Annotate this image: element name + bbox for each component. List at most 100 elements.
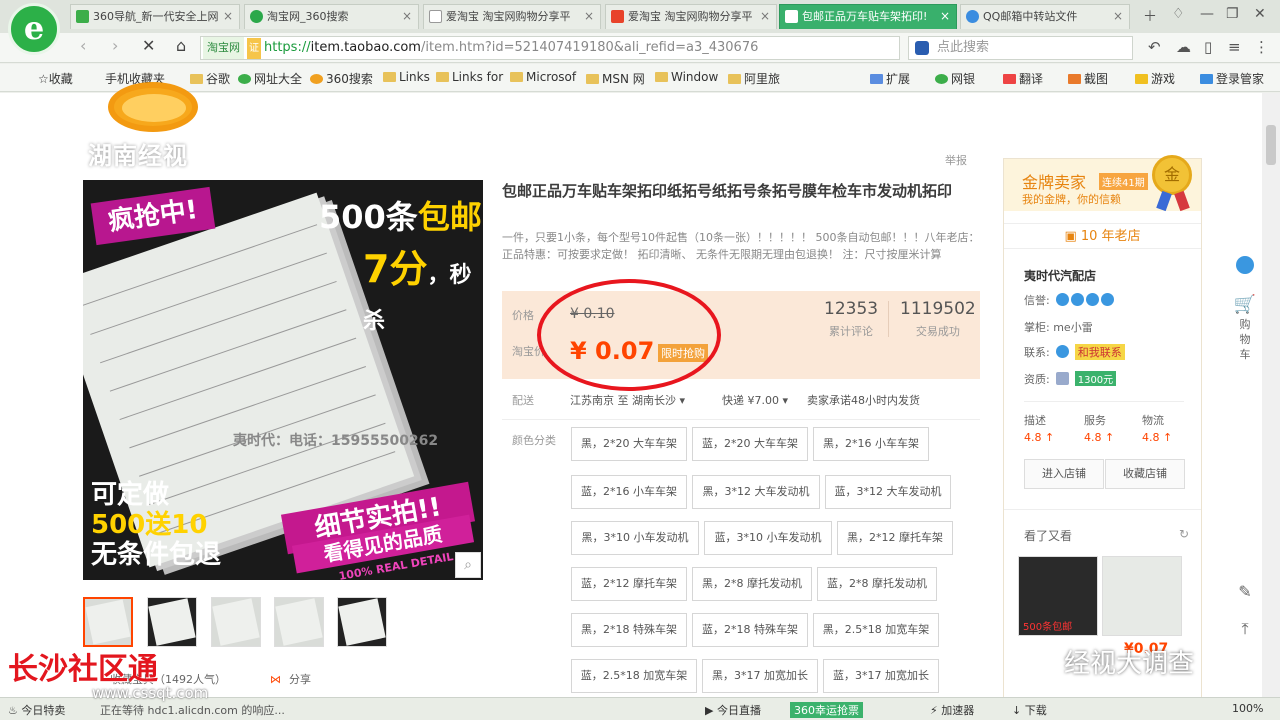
close-icon[interactable]: × xyxy=(760,5,770,28)
tab-taobao-search[interactable]: 淘宝网_360搜索 × xyxy=(244,4,419,29)
tab-360-nav[interactable]: 360导航_新一代安全上网 × xyxy=(70,4,240,29)
bookmark-favorites[interactable]: ☆收藏 xyxy=(38,70,73,87)
enter-shop-button[interactable]: 进入店铺 xyxy=(1024,459,1104,489)
shop-name[interactable]: 夷时代汽配店 xyxy=(1024,267,1096,284)
bookmark-folder[interactable]: Links for xyxy=(436,70,503,84)
window-close-icon[interactable]: ✕ xyxy=(1254,6,1266,22)
product-main-image[interactable]: 疯抢中! 500条包邮 7分，秒杀 夷时代：电话：15955500262 可定做… xyxy=(83,180,483,580)
thumbnail[interactable] xyxy=(83,597,133,647)
close-icon[interactable]: × xyxy=(402,5,412,28)
sku-option[interactable]: 黑，3*12 大车发动机 xyxy=(692,475,820,509)
verify-badge[interactable]: 证 xyxy=(247,38,261,59)
bookmark-folder[interactable]: 阿里旅 xyxy=(728,70,780,87)
tab-qq-mail[interactable]: QQ邮箱中转站文件 × xyxy=(960,4,1130,29)
zoom-icon[interactable]: ⌕ xyxy=(455,552,481,578)
bookmark-extensions[interactable]: 扩展 xyxy=(870,70,910,87)
browser-logo[interactable]: e xyxy=(8,3,60,55)
sku-option[interactable]: 黑，2.5*18 加宽车架 xyxy=(813,613,939,647)
reader-icon[interactable]: ▯ xyxy=(1204,38,1212,56)
bookmark-translate[interactable]: 翻译 xyxy=(1003,70,1043,87)
report-link[interactable]: 举报 xyxy=(945,152,967,168)
recommend-image[interactable] xyxy=(1102,556,1182,636)
back-to-top-icon[interactable]: ⤒ xyxy=(1228,619,1262,639)
tab-product-active[interactable]: 包邮正品万车贴车架拓印! × xyxy=(779,4,957,29)
sku-option[interactable]: 蓝，3*12 大车发动机 xyxy=(825,475,951,509)
cart-icon[interactable]: 🛒 xyxy=(1228,294,1262,315)
sku-option[interactable]: 黑，2*20 大车车架 xyxy=(571,427,687,461)
bookmark-games[interactable]: 游戏 xyxy=(1135,70,1175,87)
sku-option[interactable]: 黑，2*18 特殊车架 xyxy=(571,613,687,647)
download-button[interactable]: ↓ 下载 xyxy=(1012,702,1047,718)
bookmark-folder[interactable]: MSN 网 xyxy=(586,70,645,87)
search-input[interactable]: 点此搜索 xyxy=(908,36,1133,60)
refresh-icon[interactable]: ↻ xyxy=(1179,527,1189,541)
close-icon[interactable]: × xyxy=(223,5,233,28)
sku-option[interactable]: 蓝，2*8 摩托发动机 xyxy=(817,567,937,601)
bookmark-360search[interactable]: 360搜索 xyxy=(310,70,373,87)
new-tab-icon[interactable]: ＋ xyxy=(1143,6,1157,26)
sku-option[interactable]: 蓝，3*17 加宽加长 xyxy=(823,659,939,693)
accelerator-button[interactable]: ⚡ 加速器 xyxy=(930,702,974,718)
sku-option[interactable]: 蓝，2*20 大车车架 xyxy=(692,427,808,461)
sku-option[interactable]: 蓝，2*18 特殊车架 xyxy=(692,613,808,647)
thumbnail[interactable] xyxy=(337,597,387,647)
bookmark-folder[interactable]: Links xyxy=(383,70,430,84)
keeper-name[interactable]: me小雷 xyxy=(1053,321,1092,334)
thumbnail[interactable] xyxy=(211,597,261,647)
thumbnail[interactable] xyxy=(147,597,197,647)
recommend-image[interactable]: 500条包邮 xyxy=(1018,556,1098,636)
home-icon[interactable]: ⌂ xyxy=(176,36,186,55)
more-icon[interactable]: ⋮ xyxy=(1254,38,1269,56)
minimize-icon[interactable]: — xyxy=(1200,6,1214,22)
ticket-button[interactable]: 360幸运抢票 xyxy=(790,702,863,718)
vertical-scrollbar[interactable] xyxy=(1262,93,1280,697)
shirt-icon[interactable]: ♢ xyxy=(1172,6,1185,22)
forward-icon[interactable]: › xyxy=(112,36,118,55)
sku-option[interactable]: 黑，2*16 小车车架 xyxy=(813,427,929,461)
sku-option[interactable]: 黑，2*8 摩托发动机 xyxy=(692,567,812,601)
sku-option[interactable]: 黑，3*17 加宽加长 xyxy=(702,659,818,693)
bookmark-sites[interactable]: 网址大全 xyxy=(238,70,302,87)
sku-option[interactable]: 黑，2*12 摩托车架 xyxy=(837,521,953,555)
favorite-shop-button[interactable]: 收藏店铺 xyxy=(1105,459,1185,489)
bookmark-login[interactable]: 登录管家 xyxy=(1200,70,1264,87)
close-icon[interactable]: × xyxy=(940,5,950,28)
bookmark-screenshot[interactable]: 截图 xyxy=(1068,70,1108,87)
thumbnail[interactable] xyxy=(274,597,324,647)
live-button[interactable]: ▶ 今日直播 xyxy=(705,702,761,718)
scrollbar-thumb[interactable] xyxy=(1266,125,1276,165)
bookmark-folder[interactable]: Microsof xyxy=(510,70,576,84)
sku-option[interactable]: 黑，3*10 小车发动机 xyxy=(571,521,699,555)
search-engine-icon[interactable] xyxy=(915,41,929,55)
restore-icon[interactable]: ❐ xyxy=(1226,6,1239,22)
contact-button[interactable]: 和我联系 xyxy=(1074,344,1125,360)
credit-diamonds-icon[interactable] xyxy=(1055,293,1116,307)
ship-route[interactable]: 江苏南京 至 湖南长沙 ▾ xyxy=(570,392,685,408)
message-icon[interactable] xyxy=(1236,256,1254,274)
cloud-icon[interactable]: ☁ xyxy=(1176,38,1191,56)
edit-icon[interactable]: ✎ xyxy=(1228,582,1262,601)
close-icon[interactable]: × xyxy=(1113,5,1123,28)
sku-option[interactable]: 蓝，2.5*18 加宽车架 xyxy=(571,659,697,693)
today-sale[interactable]: ♨ 今日特卖 xyxy=(8,702,65,718)
undo-icon[interactable]: ↶ xyxy=(1148,38,1161,56)
bookmark-folder[interactable]: Window xyxy=(655,70,718,84)
cart-label[interactable]: 购物车 xyxy=(1239,317,1251,362)
stat-number[interactable]: 12353 xyxy=(824,299,878,319)
menu-icon[interactable]: ≡ xyxy=(1228,38,1241,56)
sku-option[interactable]: 蓝，2*16 小车车架 xyxy=(571,475,687,509)
bookmark-bank[interactable]: 网银 xyxy=(935,70,975,87)
tab-aitaobao-2[interactable]: 爱淘宝 淘宝网购物分享平 × xyxy=(605,4,777,29)
zoom-level[interactable]: 100% xyxy=(1232,702,1263,715)
deposit-badge[interactable]: 1300元 xyxy=(1074,371,1117,386)
stat-number[interactable]: 1119502 xyxy=(900,299,976,319)
sku-option[interactable]: 蓝，2*12 摩托车架 xyxy=(571,567,687,601)
sku-option[interactable]: 蓝，3*10 小车发动机 xyxy=(704,521,832,555)
url-input[interactable]: 淘宝网证 https://item.taobao.com/item.htm?id=… xyxy=(200,36,900,60)
tab-aitaobao-1[interactable]: 爱淘宝 淘宝网购物分享平 × xyxy=(423,4,601,29)
ship-fee[interactable]: 快递 ¥7.00 ▾ xyxy=(722,392,788,408)
close-icon[interactable]: × xyxy=(584,5,594,28)
stop-icon[interactable]: ✕ xyxy=(142,36,155,55)
back-icon[interactable]: ‹ xyxy=(80,36,86,55)
share-link[interactable]: ⋈ 分享 xyxy=(270,671,311,687)
